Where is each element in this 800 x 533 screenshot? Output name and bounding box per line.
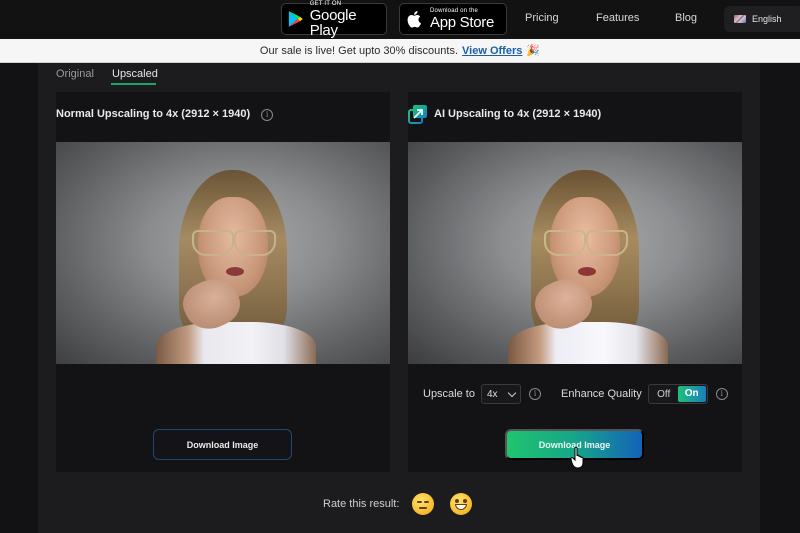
nav-blog[interactable]: Blog (675, 12, 697, 24)
download-normal-button[interactable]: Download Image (153, 429, 292, 460)
info-icon[interactable]: i (261, 109, 274, 121)
ai-upscale-title-text: AI Upscaling to 4x (2912 × 1940) (434, 108, 602, 120)
party-popper-icon: 🎉 (526, 45, 541, 57)
google-play-button[interactable]: GET IT ON Google Play (281, 0, 387, 39)
upscale-factor-select[interactable]: 4x (480, 384, 521, 404)
normal-upscale-title-text: Normal Upscaling to 4x (2912 × 1940) (56, 108, 251, 120)
app-store-button[interactable]: Download on the App Store (399, 3, 507, 35)
normal-upscale-title: Normal Upscaling to 4x (2912 × 1940) i (56, 108, 274, 121)
view-offers-link[interactable]: View Offers (462, 45, 522, 57)
app-store-label: App Store (430, 14, 495, 31)
sad-face-icon[interactable] (412, 493, 434, 515)
tab-original[interactable]: Original (56, 68, 94, 80)
upscale-to-label: Upscale to (423, 388, 475, 400)
language-selector[interactable]: English (724, 6, 800, 32)
toggle-off-option[interactable]: Off (650, 389, 678, 400)
upscale-to-group: Upscale to 4x i (423, 383, 541, 405)
toggle-on-option[interactable]: On (677, 386, 706, 402)
upscale-controls: Upscale to 4x i Enhance Quality Off On i (408, 383, 742, 405)
rate-result-label: Rate this result: (323, 498, 400, 510)
chevron-down-icon (507, 388, 517, 397)
ai-upscale-icon (408, 105, 427, 124)
upscale-info-icon[interactable]: i (528, 388, 541, 400)
hand-cursor-icon (570, 446, 584, 469)
enhance-quality-toggle[interactable]: Off On (647, 384, 708, 404)
upscale-factor-value: 4x (486, 388, 498, 400)
ai-upscale-title: AI Upscaling to 4x (2912 × 1940) (408, 104, 601, 124)
google-play-small: GET IT ON (309, 0, 342, 7)
sale-banner: Our sale is live! Get upto 30% discounts… (0, 39, 800, 63)
google-play-icon (288, 11, 303, 27)
apple-icon (407, 11, 421, 28)
top-navbar: GET IT ON Google Play Download on the Ap… (0, 0, 800, 39)
uk-flag-icon (734, 15, 746, 23)
nav-pricing[interactable]: Pricing (525, 12, 559, 24)
language-label: English (752, 14, 782, 24)
enhance-quality-label: Enhance Quality (561, 388, 642, 400)
happy-face-icon[interactable] (450, 493, 472, 515)
ai-upscaled-image (408, 142, 742, 364)
banner-text: Our sale is live! Get upto 30% discounts… (259, 44, 459, 57)
google-play-label: Google Play (309, 6, 357, 39)
nav-features[interactable]: Features (596, 12, 639, 24)
active-tab-indicator (111, 83, 156, 85)
enhance-quality-group: Enhance Quality Off On i (561, 383, 728, 405)
tab-upscaled[interactable]: Upscaled (112, 68, 158, 80)
normal-upscaled-image (56, 142, 390, 364)
enhance-info-icon[interactable]: i (715, 388, 728, 400)
